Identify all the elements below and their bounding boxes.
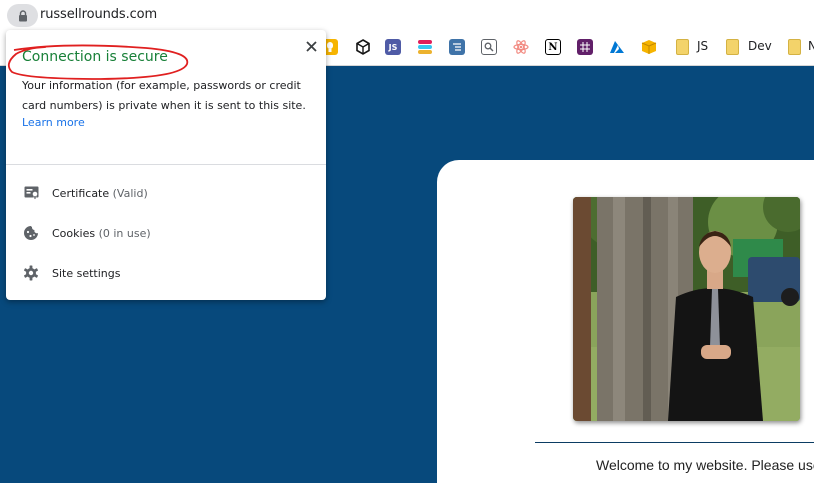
react-icon[interactable]: [513, 39, 529, 55]
certificate-status: (Valid): [112, 186, 148, 200]
certificate-icon: [23, 185, 39, 201]
cookies-row[interactable]: Cookies (0 in use): [6, 215, 326, 251]
popup-divider: [6, 164, 326, 165]
content-divider: [535, 442, 814, 443]
cookies-count: (0 in use): [98, 226, 151, 240]
bookmark-folder-n[interactable]: N: [808, 39, 814, 53]
list-app-icon[interactable]: [449, 39, 465, 55]
close-button[interactable]: [301, 36, 321, 56]
site-info-popup: Connection is secure Your information (f…: [6, 30, 326, 300]
codesandbox-icon[interactable]: [355, 39, 371, 55]
lock-icon: [18, 9, 27, 21]
slack-icon[interactable]: [417, 39, 433, 55]
welcome-text: Welcome to my website. Please use: [596, 457, 814, 473]
certificate-row[interactable]: Certificate (Valid): [6, 175, 326, 211]
cookie-icon: [23, 225, 39, 241]
folder-icon[interactable]: [676, 39, 689, 55]
magnifier-app-icon[interactable]: [481, 39, 497, 55]
gear-icon: [23, 265, 39, 281]
folder-icon[interactable]: [788, 39, 801, 55]
certificate-text: Certificate: [52, 186, 110, 200]
close-icon: [305, 40, 317, 52]
url-text[interactable]: russellrounds.com: [40, 7, 157, 22]
site-info-button[interactable]: [7, 4, 38, 27]
popup-title: Connection is secure: [22, 49, 168, 65]
bookmark-folder-dev[interactable]: Dev: [748, 39, 772, 53]
azure-icon[interactable]: [609, 39, 625, 55]
site-settings-row[interactable]: Site settings: [6, 255, 326, 291]
learn-more-link[interactable]: Learn more: [22, 116, 85, 129]
site-settings-label: Site settings: [52, 266, 121, 280]
certificate-label: Certificate (Valid): [52, 187, 148, 200]
popup-description: Your information (for example, passwords…: [22, 79, 306, 112]
folder-icon[interactable]: [726, 39, 739, 55]
js-icon[interactable]: JS: [385, 39, 401, 55]
cookies-text: Cookies: [52, 226, 96, 240]
cookies-label: Cookies (0 in use): [52, 227, 151, 240]
address-bar: russellrounds.com: [0, 0, 814, 31]
slack-grid-icon[interactable]: [577, 39, 593, 55]
profile-photo: [573, 197, 800, 421]
notion-icon[interactable]: N: [545, 39, 561, 55]
package-icon[interactable]: [641, 39, 657, 55]
bookmark-folder-js[interactable]: JS: [697, 39, 708, 53]
